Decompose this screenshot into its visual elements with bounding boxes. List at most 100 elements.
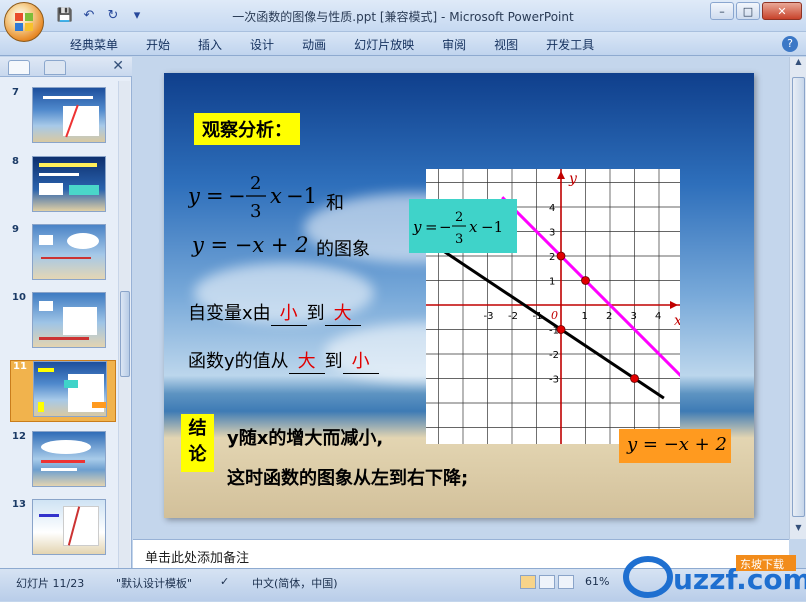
key-point bbox=[581, 276, 590, 285]
svg-text:=: = bbox=[425, 218, 438, 236]
x-tick-label: 3 bbox=[631, 311, 637, 322]
tab-developer[interactable]: 开发工具 bbox=[532, 36, 608, 54]
y-axis-label: y bbox=[568, 171, 578, 187]
answer-blank: 大 bbox=[288, 347, 325, 374]
normal-view-icon[interactable] bbox=[520, 575, 536, 589]
equation-box-cyan-formula: y = − 2 3 x −1 bbox=[412, 210, 503, 247]
svg-text:x: x bbox=[270, 184, 282, 208]
thumbnail-scrollbar[interactable] bbox=[118, 81, 130, 568]
notes-placeholder[interactable]: 单击此处添加备注 bbox=[145, 547, 249, 566]
thumbnail-image bbox=[32, 224, 106, 280]
office-button[interactable] bbox=[4, 2, 44, 42]
slide-counter: 幻灯片 11/23 bbox=[16, 577, 85, 590]
x-axis-label: x bbox=[674, 313, 680, 329]
language-indicator[interactable]: 中文(简体，中国) bbox=[252, 575, 338, 591]
svg-text:东坡下载: 东坡下载 bbox=[740, 558, 784, 571]
svg-text:x: x bbox=[469, 218, 478, 236]
x-tick-label: 2 bbox=[606, 311, 612, 322]
equation-2: y = −x + 2 bbox=[192, 233, 309, 257]
slide-editor: 观察分析： y = − 2 3 x −1 和 y = −x + 2 的图象 自变… bbox=[133, 57, 806, 539]
slide-thumbnail[interactable]: 8 bbox=[10, 156, 116, 218]
help-icon[interactable]: ? bbox=[782, 36, 798, 52]
answer-blank: 大 bbox=[324, 299, 361, 326]
x-tick-label: 4 bbox=[655, 311, 661, 322]
tab-design[interactable]: 设计 bbox=[236, 36, 288, 54]
scrollbar-thumb[interactable] bbox=[792, 77, 805, 517]
watermark-logo: uzzf.com 东坡下载 bbox=[618, 553, 806, 599]
svg-text:y: y bbox=[412, 218, 422, 236]
tab-slides[interactable] bbox=[8, 60, 30, 75]
tab-classic-menu[interactable]: 经典菜单 bbox=[56, 36, 132, 54]
slide-thumbnail[interactable]: 9 bbox=[10, 224, 116, 286]
y-tick-label: 3 bbox=[549, 228, 555, 239]
thumbnail-image bbox=[32, 87, 106, 143]
slide-thumbnail[interactable]: 13 bbox=[10, 499, 116, 561]
svg-text:2: 2 bbox=[455, 210, 463, 225]
slideshow-view-icon[interactable] bbox=[558, 575, 574, 589]
minimize-button[interactable]: – bbox=[710, 2, 734, 20]
y-tick-label: -2 bbox=[549, 350, 559, 361]
slide-canvas[interactable]: 观察分析： y = − 2 3 x −1 和 y = −x + 2 的图象 自变… bbox=[164, 73, 754, 518]
scrollbar-thumb[interactable] bbox=[120, 291, 130, 377]
thumbnail-image bbox=[32, 292, 106, 348]
y-tick-label: 2 bbox=[549, 252, 555, 263]
equation-2-suffix: 的图象 bbox=[316, 239, 370, 260]
tab-slideshow[interactable]: 幻灯片放映 bbox=[340, 36, 428, 54]
question-domain: 自变量x由小到大 bbox=[188, 299, 361, 326]
slide-sorter-icon[interactable] bbox=[539, 575, 555, 589]
key-point bbox=[556, 251, 566, 261]
equation-1: y = − 2 3 x −1 bbox=[187, 167, 348, 227]
tab-outline[interactable] bbox=[44, 60, 66, 75]
scroll-up-icon[interactable]: ▲ bbox=[792, 57, 805, 71]
pane-tabs: ✕ bbox=[0, 57, 132, 77]
slide-scrollbar[interactable]: ▲ ▼ bbox=[789, 57, 806, 539]
thumbnail-list: 7 8 9 10 11 12 13 bbox=[0, 81, 118, 568]
svg-text:=: = bbox=[206, 184, 224, 208]
thumbnail-image bbox=[32, 156, 106, 212]
answer-blank: 小 bbox=[270, 299, 307, 326]
equation-box-orange-text: y = −x + 2 bbox=[627, 434, 727, 455]
svg-text:−1: −1 bbox=[286, 184, 317, 208]
svg-text:−1: −1 bbox=[481, 218, 503, 236]
zoom-level[interactable]: 61% bbox=[585, 575, 609, 588]
answer-blank: 小 bbox=[342, 347, 379, 374]
key-point bbox=[556, 325, 566, 334]
conclusion-label: 结 论 bbox=[181, 414, 214, 472]
ribbon: 经典菜单 开始 插入 设计 动画 幻灯片放映 审阅 视图 开发工具 ? bbox=[0, 32, 806, 56]
question-domain-prefix: 自变量x由 bbox=[188, 303, 271, 324]
tab-animations[interactable]: 动画 bbox=[288, 36, 340, 54]
slide-thumbnail[interactable]: 12 bbox=[10, 431, 116, 493]
y-axis-arrow bbox=[557, 171, 565, 179]
ribbon-tabs: 经典菜单 开始 插入 设计 动画 幻灯片放映 审阅 视图 开发工具 bbox=[56, 36, 608, 54]
tab-insert[interactable]: 插入 bbox=[184, 36, 236, 54]
svg-text:y: y bbox=[188, 184, 201, 208]
line-y-neg-two-thirds-x-minus-1 bbox=[425, 238, 665, 400]
equation-1-suffix: 和 bbox=[326, 193, 344, 214]
conclusion-line-1: y随x的增大而减小, bbox=[227, 428, 384, 449]
equation-box-cyan: y = − 2 3 x −1 bbox=[409, 199, 517, 253]
slide-thumbnail[interactable]: 7 bbox=[10, 87, 116, 149]
y-tick-label: 4 bbox=[549, 203, 555, 214]
tab-view[interactable]: 视图 bbox=[480, 36, 532, 54]
svg-text:3: 3 bbox=[250, 201, 261, 222]
slide-thumbnail[interactable]: 10 bbox=[10, 292, 116, 354]
key-point bbox=[630, 374, 639, 383]
scroll-down-icon[interactable]: ▼ bbox=[792, 523, 805, 537]
close-pane-icon[interactable]: ✕ bbox=[112, 58, 124, 74]
origin-label: 0 bbox=[551, 309, 558, 322]
question-range-prefix: 函数y的值从 bbox=[188, 351, 289, 372]
slide-heading: 观察分析： bbox=[194, 113, 300, 145]
theme-name: "默认设计模板" bbox=[116, 577, 193, 590]
y-tick-label: -3 bbox=[549, 375, 559, 386]
slide-thumbnail-selected[interactable]: 11 bbox=[10, 360, 116, 422]
x-axis-arrow bbox=[670, 301, 678, 309]
maximize-button[interactable]: □ bbox=[736, 2, 760, 20]
x-tick-label: -3 bbox=[484, 311, 494, 322]
equation-box-orange: y = −x + 2 bbox=[619, 429, 731, 463]
close-button[interactable]: ✕ bbox=[762, 2, 802, 20]
spellcheck-icon[interactable]: ✓ bbox=[220, 575, 236, 589]
tab-review[interactable]: 审阅 bbox=[428, 36, 480, 54]
x-tick-label: 1 bbox=[582, 311, 588, 322]
svg-text:3: 3 bbox=[455, 232, 463, 247]
tab-home[interactable]: 开始 bbox=[132, 36, 184, 54]
